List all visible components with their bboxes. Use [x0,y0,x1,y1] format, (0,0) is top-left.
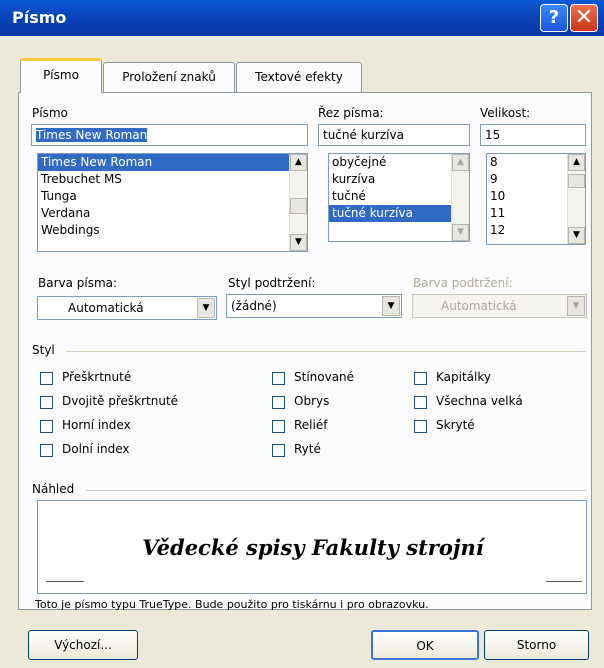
font-color-select[interactable]: Automatická ▼ [37,296,217,320]
tab-character-spacing[interactable]: Proložení znaků [103,62,235,92]
scroll-thumb[interactable] [290,198,307,214]
checkbox-label: Dolní index [62,442,130,456]
underline-color-value: Automatická [441,299,517,313]
checkbox-label: Ryté [294,442,321,456]
preview-note: Toto je písmo typu TrueType. Bude použit… [35,598,429,611]
font-size-list[interactable]: 8 9 10 11 12 ▲ ▼ [486,153,586,245]
hidden-checkbox[interactable] [414,420,427,433]
list-item[interactable]: tučné [329,188,469,205]
ok-button[interactable]: OK [371,630,479,660]
font-label: Písmo [32,106,68,120]
title-bar [0,0,604,36]
chevron-down-icon[interactable]: ▼ [197,298,215,318]
divider [86,490,586,491]
list-item[interactable]: obyčejné [329,154,469,171]
outline-checkbox[interactable] [272,396,285,409]
checkbox-label: Skryté [436,418,475,432]
checkbox-label: Přeškrtnuté [62,370,132,384]
font-style-list[interactable]: obyčejné kurzíva tučné tučné kurzíva ▲ ▼ [328,153,470,242]
chevron-down-icon: ▼ [567,296,585,316]
preview-box: Vědecké spisy Fakulty strojní [37,500,587,594]
scroll-down-icon[interactable]: ▼ [290,234,307,251]
list-item[interactable]: Verdana [38,205,307,222]
underline-color-label: Barva podtržení: [413,276,513,290]
underline-style-select[interactable]: (žádné) ▼ [226,294,402,318]
preview-baseline [546,581,582,582]
checkbox-label: Kapitálky [436,370,491,384]
scroll-up-icon[interactable]: ▲ [290,154,307,171]
font-list-scrollbar[interactable]: ▲ ▼ [289,154,307,251]
font-color-label: Barva písma: [38,276,118,290]
double-strikethrough-checkbox[interactable] [40,396,53,409]
list-item[interactable]: kurzíva [329,171,469,188]
small-caps-checkbox[interactable] [414,372,427,385]
tab-text-effects[interactable]: Textové efekty [236,62,362,92]
all-caps-checkbox[interactable] [414,396,427,409]
subscript-checkbox[interactable] [40,444,53,457]
preview-sample-text: Vědecké spisy Fakulty strojní [142,535,484,560]
font-style-label: Řez písma: [318,106,384,120]
underline-style-label: Styl podtržení: [228,276,316,290]
checkbox-label: Obrys [294,394,330,408]
font-size-label: Velikost: [480,106,531,120]
scroll-up-icon[interactable]: ▲ [568,154,585,171]
underline-color-select: Automatická ▼ [412,294,587,318]
font-color-value: Automatická [68,301,144,315]
scroll-down-icon[interactable]: ▼ [452,224,469,241]
tab-font[interactable]: Písmo [20,58,102,93]
checkbox-label: Reliéf [294,418,328,432]
close-icon: ✕ [574,5,594,30]
cancel-button[interactable]: Storno [484,630,589,660]
scroll-up-icon[interactable]: ▲ [452,154,469,171]
font-size-scrollbar[interactable]: ▲ ▼ [567,154,585,244]
checkbox-label: Horní index [62,418,131,432]
engrave-checkbox[interactable] [272,444,285,457]
emboss-checkbox[interactable] [272,420,285,433]
font-name-input[interactable]: Times New Roman [31,124,308,146]
divider [66,351,586,352]
default-button[interactable]: Výchozí... [28,630,138,660]
close-button[interactable]: ✕ [570,4,598,32]
list-item[interactable]: tučné kurzíva [329,205,469,222]
preview-baseline [46,581,84,582]
font-size-input[interactable]: 15 [480,124,586,146]
font-name-value: Times New Roman [36,128,148,142]
list-item[interactable]: Webdings [38,222,307,239]
checkbox-label: Všechna velká [436,394,523,408]
help-button[interactable]: ? [540,4,568,32]
list-item[interactable]: Trebuchet MS [38,171,307,188]
superscript-checkbox[interactable] [40,420,53,433]
chevron-down-icon[interactable]: ▼ [382,296,400,316]
checkbox-label: Dvojitě přeškrtnuté [62,394,179,408]
font-style-input[interactable]: tučné kurzíva [318,124,470,146]
list-item[interactable]: Tunga [38,188,307,205]
shadow-checkbox[interactable] [272,372,285,385]
scroll-thumb[interactable] [568,174,585,188]
checkbox-label: Stínované [294,370,355,384]
font-style-scrollbar[interactable]: ▲ ▼ [451,154,469,241]
font-list[interactable]: Times New Roman Trebuchet MS Tunga Verda… [37,153,308,252]
window-title: Písmo [12,8,67,27]
help-icon: ? [548,7,560,28]
strikethrough-checkbox[interactable] [40,372,53,385]
scroll-down-icon[interactable]: ▼ [568,227,585,244]
preview-group-title: Náhled [32,482,75,496]
underline-style-value: (žádné) [231,299,277,313]
list-item[interactable]: Times New Roman [38,154,307,171]
effects-group-title: Styl [32,343,55,357]
